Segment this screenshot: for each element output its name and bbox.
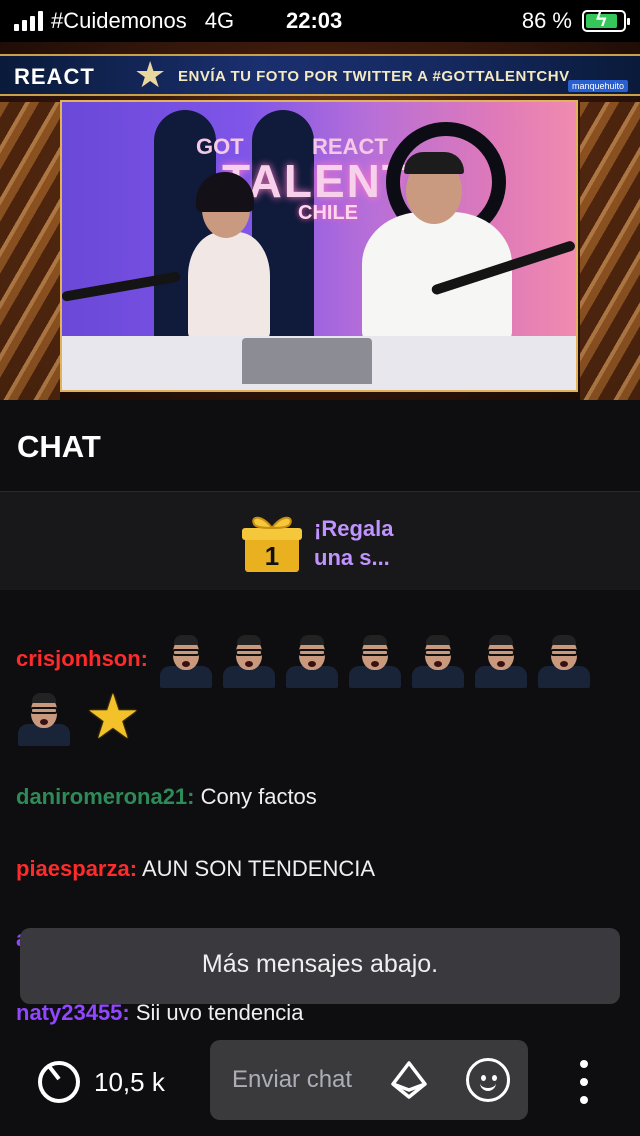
reaction-emote: [284, 632, 340, 688]
chat-username[interactable]: crisjonhson:: [16, 646, 148, 671]
video-player[interactable]: REACT ★ ENVÍA TU FOTO POR TWITTER A #GOT…: [0, 42, 640, 400]
emoji-picker-icon[interactable]: [466, 1058, 510, 1102]
viewer-count-group: 10,5 k: [38, 1061, 165, 1103]
reaction-emote: [410, 632, 466, 688]
status-left: #Cuidemonos 4G: [14, 8, 234, 34]
reaction-emote: [536, 632, 592, 688]
gift-sub-text[interactable]: ¡Regala una s...: [314, 514, 393, 572]
status-bar: #Cuidemonos 4G 22:03 86 % ϟ: [0, 0, 640, 42]
viewer-count-icon: [38, 1061, 80, 1103]
reaction-emote: [158, 632, 214, 688]
more-messages-toast[interactable]: Más mensajes abajo.: [20, 928, 620, 1004]
network-label: 4G: [204, 8, 235, 33]
gift-text-line2: una s...: [314, 545, 390, 570]
reaction-emote: [347, 632, 403, 688]
chat-text: AUN SON TENDENCIA: [141, 856, 376, 881]
banner-text: ENVÍA TU FOTO POR TWITTER A #GOTTALENTCH…: [178, 68, 570, 85]
bottom-bar: 10,5 k: [0, 1030, 640, 1136]
chat-message-continuation: ★: [16, 683, 141, 752]
chat-input[interactable]: [232, 1062, 382, 1098]
stream-video-frame: GOT REACT TALENT CHILE: [60, 100, 578, 392]
chat-message: piaesparza: AUN SON TENDENCIA: [16, 856, 375, 882]
chat-text: Cony factos: [200, 784, 317, 809]
stream-banner: REACT ★ ENVÍA TU FOTO POR TWITTER A #GOT…: [0, 54, 640, 96]
host-right-hair: [404, 152, 464, 174]
signal-icon: [14, 11, 43, 31]
chat-username[interactable]: piaesparza:: [16, 856, 137, 881]
reaction-emote: [16, 690, 72, 746]
chat-message: daniromerona21: Cony factos: [16, 784, 317, 810]
status-right: 86 % ϟ: [521, 8, 630, 34]
host-left: [188, 232, 270, 342]
laptop: [242, 338, 372, 384]
viewer-count: 10,5 k: [94, 1066, 165, 1097]
battery-percent: 86 %: [521, 8, 572, 33]
carrier-label: #Cuidemonos: [51, 8, 187, 33]
gift-text-line1: ¡Regala: [314, 516, 394, 541]
more-options-icon[interactable]: [572, 1060, 596, 1104]
chat-input-box[interactable]: [210, 1040, 528, 1120]
bits-icon[interactable]: [390, 1060, 428, 1100]
banner-react-label: REACT: [14, 64, 95, 89]
banner-tag: manquehuito: [567, 80, 628, 92]
star-icon: ★: [134, 54, 167, 95]
stage-lights-right: [580, 102, 640, 400]
chat-title: CHAT: [17, 429, 101, 464]
reaction-emote: [473, 632, 529, 688]
chat-header: CHAT: [0, 400, 640, 492]
status-time: 22:03: [286, 8, 343, 33]
chat-username[interactable]: daniromerona21:: [16, 784, 195, 809]
charging-bolt-icon: ϟ: [596, 9, 607, 31]
logo-chile: CHILE: [298, 202, 358, 224]
gift-badge: 1: [265, 541, 279, 571]
gift-icon[interactable]: 1: [240, 510, 304, 574]
chat-message: crisjonhson:: [16, 632, 599, 688]
battery-icon: ϟ: [582, 9, 630, 32]
toast-text: Más mensajes abajo.: [201, 950, 439, 978]
star-emote-icon: ★: [85, 683, 141, 752]
stage-lights-left: [0, 102, 60, 400]
reaction-emote: [221, 632, 277, 688]
